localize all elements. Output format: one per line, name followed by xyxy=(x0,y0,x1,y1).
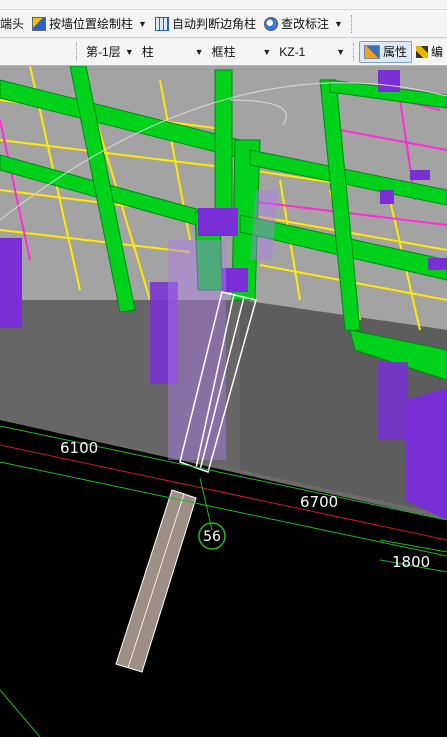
type-select[interactable]: 框柱 ▼ xyxy=(208,42,276,62)
edit-label: 编 xyxy=(431,45,444,59)
element-select[interactable]: KZ-1 ▼ xyxy=(275,42,349,62)
chevron-down-icon[interactable]: ▼ xyxy=(138,19,147,29)
dimension-label-3: 1800 xyxy=(392,553,430,571)
check-annotation-icon xyxy=(263,16,278,31)
chevron-down-icon: ▼ xyxy=(262,46,272,57)
3d-model-viewport[interactable]: 56 6100 6700 1800 xyxy=(0,66,447,737)
properties-icon xyxy=(363,44,380,59)
category-select-value: 柱 xyxy=(141,45,154,59)
toolbar-grip xyxy=(76,42,78,61)
draw-column-by-wall-label: 按墙位置绘制柱 xyxy=(49,17,134,31)
chevron-down-icon: ▼ xyxy=(336,46,345,57)
column-by-wall-icon xyxy=(32,16,47,31)
auto-corner-column-label: 自动判断边角柱 xyxy=(171,17,256,31)
auto-corner-column-button[interactable]: 自动判断边角柱 xyxy=(151,13,260,35)
drawing-toolbar: 端头 按墙位置绘制柱 ▼ 自动判断边角柱 查改标注 ▼ xyxy=(0,10,447,38)
column-below-grade xyxy=(115,489,197,673)
draw-column-by-wall-button[interactable]: 按墙位置绘制柱 ▼ xyxy=(28,13,151,35)
chevron-down-icon: ▼ xyxy=(194,46,204,57)
check-annotation-label: 查改标注 xyxy=(280,17,329,31)
element-selector-toolbar: 第-1层 ▼ 柱 ▼ 框柱 ▼ KZ-1 ▼ 属性 编 xyxy=(0,38,447,66)
category-select[interactable]: 柱 ▼ xyxy=(138,42,208,62)
floor-select-value: 第-1层 xyxy=(86,45,121,59)
end-head-label: 端头 xyxy=(0,17,25,31)
toolbar-separator xyxy=(350,14,353,33)
type-select-value: 框柱 xyxy=(211,45,236,59)
toolbar-overflow-strip xyxy=(0,0,447,10)
element-select-value: KZ-1 xyxy=(279,44,306,59)
end-head-button[interactable]: 端头 xyxy=(0,13,28,35)
dimension-label-2: 6700 xyxy=(300,493,338,511)
pencil-icon xyxy=(416,45,428,58)
edit-button[interactable]: 编 xyxy=(412,41,447,63)
floor-select[interactable]: 第-1层 ▼ xyxy=(82,42,138,62)
dimension-label-1: 6100 xyxy=(60,439,98,457)
axis-label: 56 xyxy=(203,529,221,545)
toolbar-separator xyxy=(352,42,355,61)
properties-label: 属性 xyxy=(382,45,407,59)
chevron-down-icon[interactable]: ▼ xyxy=(334,19,343,29)
properties-button[interactable]: 属性 xyxy=(358,40,412,63)
check-annotation-button[interactable]: 查改标注 ▼ xyxy=(260,13,347,35)
chevron-down-icon: ▼ xyxy=(124,46,134,57)
grid-icon xyxy=(154,16,169,31)
